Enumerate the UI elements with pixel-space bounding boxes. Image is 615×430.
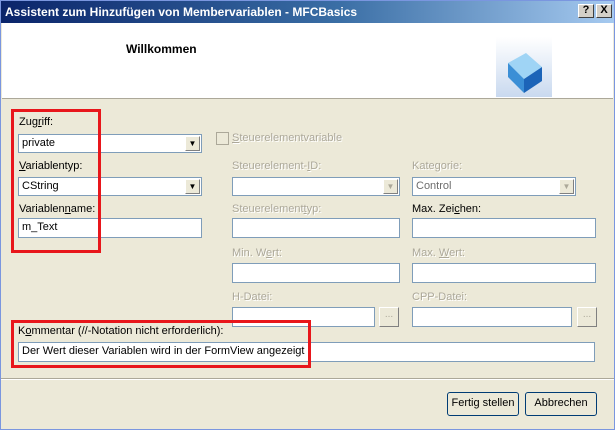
cpp-file-browse-button[interactable]: ... [577,307,597,327]
cpp-file-input[interactable] [412,307,572,327]
control-type-label: Steuerelementtyp: [232,203,322,215]
min-value-label: Min. Wert: [232,247,282,259]
close-icon: X [600,4,608,16]
window-title: Assistent zum Hinzufügen von Membervaria… [5,5,358,19]
variable-name-label: Variablenname: [19,203,96,215]
wizard-header: Willkommen [2,23,613,99]
control-id-combo[interactable]: ▼ [232,177,400,196]
comment-input[interactable]: Der Wert dieser Variablen wird in der Fo… [18,342,595,362]
help-icon: ? [582,4,590,16]
close-button[interactable]: X [596,4,612,18]
category-label: Kategorie: [412,160,463,172]
blue-cube-icon [496,37,552,97]
h-file-input[interactable] [232,307,375,327]
cancel-button[interactable]: Abbrechen [525,392,597,416]
comment-label: Kommentar (//-Notation nicht erforderlic… [18,325,224,337]
chevron-down-icon: ▼ [383,179,398,194]
chevron-down-icon: ▼ [559,179,574,194]
max-chars-label: Max. Zeichen: [412,203,482,215]
access-label: Zugriff: [19,116,54,128]
title-bar[interactable]: Assistent zum Hinzufügen von Membervaria… [1,1,614,23]
min-value-input[interactable] [232,263,400,283]
control-id-label: Steuerelement-ID: [232,160,322,172]
category-combo[interactable]: Control ▼ [412,177,576,196]
control-variable-checkbox[interactable] [216,132,229,145]
access-combo[interactable]: private ▼ [18,134,202,153]
chevron-down-icon: ▼ [185,179,200,194]
variable-type-label: Variablentyp: [19,160,83,172]
chevron-down-icon: ▼ [185,136,200,151]
h-file-browse-button[interactable]: ... [379,307,399,327]
max-value-label: Max. Wert: [412,247,465,259]
help-button[interactable]: ? [578,4,594,18]
dialog-window: Assistent zum Hinzufügen von Membervaria… [0,0,615,430]
max-value-input[interactable] [412,263,596,283]
max-chars-input[interactable] [412,218,596,238]
h-file-label: H-Datei: [232,291,273,303]
separator [1,378,614,380]
cpp-file-label: CPP-Datei: [412,291,468,303]
variable-type-combo[interactable]: CString ▼ [18,177,202,196]
page-title: Willkommen [126,42,197,56]
finish-button[interactable]: Fertig stellen [447,392,519,416]
control-type-input[interactable] [232,218,400,238]
control-variable-label: Steuerelementvariable [232,132,343,144]
variable-name-input[interactable]: m_Text [18,218,202,238]
